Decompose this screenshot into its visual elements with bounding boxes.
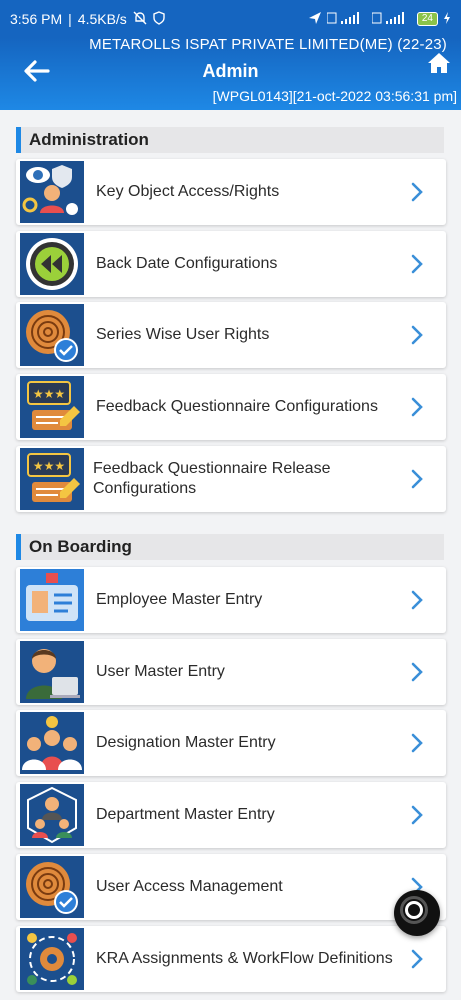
chevron-right-icon [410, 253, 424, 275]
muted-bell-icon [133, 11, 147, 28]
status-time: 3:56 PM [10, 11, 63, 27]
menu-item-kra-assignments-workflow[interactable]: KRA Assignments & WorkFlow Definitions [16, 926, 446, 992]
chevron-right-icon [410, 324, 424, 346]
battery-level: 24 [416, 12, 438, 26]
rewind-icon [20, 233, 84, 295]
company-name: METAROLLS ISPAT PRIVATE LIMITED(ME) (22-… [89, 36, 447, 53]
user-laptop-icon [20, 641, 84, 703]
menu-item-user-master-entry[interactable]: User Master Entry [16, 639, 446, 705]
gear-workflow-icon [20, 928, 84, 990]
fingerprint-check-icon [20, 304, 84, 366]
network-speed: 4.5KB/s [77, 11, 127, 27]
home-icon[interactable] [427, 52, 451, 74]
app-header: METAROLLS ISPAT PRIVATE LIMITED(ME) (22-… [0, 36, 461, 110]
section-header-on-boarding: On Boarding [16, 534, 444, 560]
menu-item-label: Series Wise User Rights [96, 326, 270, 343]
menu-item-user-access-management[interactable]: User Access Management [16, 854, 446, 920]
menu-item-employee-master-entry[interactable]: Employee Master Entry [16, 567, 446, 633]
menu-item-label: Employee Master Entry [96, 591, 263, 608]
svg-text:★★★: ★★★ [33, 387, 65, 401]
chevron-right-icon [410, 804, 424, 826]
status-bar: 3:56 PM | 4.5KB/s 24 [0, 0, 461, 38]
department-people-icon [20, 784, 84, 846]
menu-item-designation-master-entry[interactable]: Designation Master Entry [16, 710, 446, 776]
menu-item-department-master-entry[interactable]: Department Master Entry [16, 782, 446, 848]
menu-item-label: User Access Management [96, 878, 283, 895]
team-idea-icon [20, 712, 84, 774]
chevron-right-icon [410, 468, 424, 490]
menu-item-label: Feedback Questionnaire Release Configura… [93, 460, 331, 497]
id-card-icon [20, 569, 84, 631]
charging-icon [443, 11, 451, 27]
menu-item-back-date-configurations[interactable]: Back Date Configurations [16, 231, 446, 297]
signal-icon-2 [371, 11, 412, 27]
signal-icon [326, 11, 367, 27]
menu-item-label: Designation Master Entry [96, 734, 276, 751]
fingerprint-check-icon [20, 856, 84, 918]
menu-item-series-wise-user-rights[interactable]: Series Wise User Rights [16, 302, 446, 368]
chevron-right-icon [410, 396, 424, 418]
user-session-stamp: [WPGL0143][21-oct-2022 03:56:31 pm] [212, 88, 457, 104]
svg-text:★★★: ★★★ [33, 459, 65, 473]
chevron-right-icon [410, 732, 424, 754]
menu-item-feedback-questionnaire-release-configurations[interactable]: ★★★ Feedback Questionnaire Release Confi… [16, 446, 446, 512]
menu-item-label: Key Object Access/Rights [96, 183, 280, 200]
menu-item-label: Feedback Questionnaire Configurations [96, 398, 378, 415]
menu-item-label: KRA Assignments & WorkFlow Definitions [96, 950, 393, 967]
location-icon [308, 11, 322, 28]
menu-item-label: User Master Entry [96, 663, 225, 680]
menu-item-feedback-questionnaire-configurations[interactable]: ★★★ Feedback Questionnaire Configuration… [16, 374, 446, 440]
key-access-icon [20, 161, 84, 223]
menu-item-label: Department Master Entry [96, 806, 275, 823]
shield-icon [153, 10, 165, 28]
menu-item-label: Back Date Configurations [96, 255, 278, 272]
chevron-right-icon [410, 948, 424, 970]
chevron-right-icon [410, 589, 424, 611]
floating-assistive-button[interactable] [394, 890, 440, 936]
page-title: Admin [202, 61, 259, 81]
menu-item-key-object-access[interactable]: Key Object Access/Rights [16, 159, 446, 225]
chevron-right-icon [410, 181, 424, 203]
feedback-stars-icon: ★★★ [20, 376, 84, 438]
feedback-stars-icon: ★★★ [20, 448, 84, 510]
section-header-administration: Administration [16, 127, 444, 153]
chevron-right-icon [410, 661, 424, 683]
